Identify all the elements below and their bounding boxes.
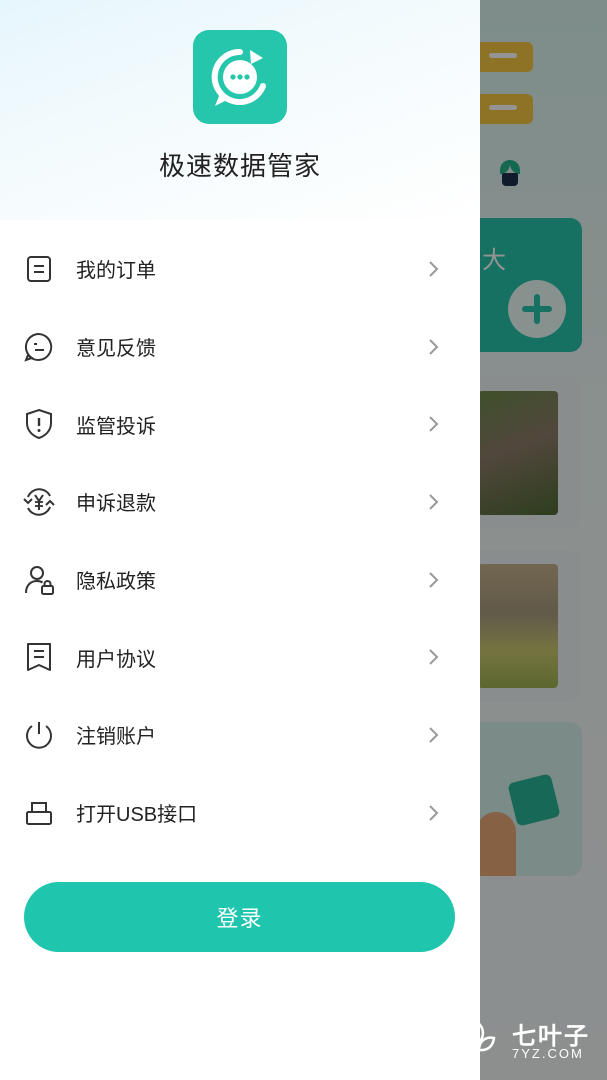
chevron-right-icon: [424, 415, 442, 433]
chevron-right-icon: [424, 804, 442, 822]
menu-item-label: 打开USB接口: [76, 804, 198, 827]
menu-item-delete-account[interactable]: 注销账户: [0, 696, 480, 774]
user-lock-icon: [22, 563, 56, 597]
watermark-domain: 7YZ.COM: [512, 1046, 584, 1061]
agreement-icon: [22, 640, 56, 674]
side-drawer: 极速数据管家 我的订单 意见反馈 监管投诉 申诉退款 隐私政策 用户协议 注销账…: [0, 0, 480, 1080]
menu-item-label: 监管投诉: [76, 415, 156, 438]
menu-item-orders[interactable]: 我的订单: [0, 230, 480, 308]
order-list-icon: [22, 252, 56, 286]
menu-item-label: 申诉退款: [76, 493, 156, 516]
menu-item-refund[interactable]: 申诉退款: [0, 463, 480, 541]
usb-icon: [22, 796, 56, 830]
chevron-right-icon: [424, 493, 442, 511]
menu-item-label: 我的订单: [76, 260, 156, 283]
drawer-menu: 我的订单 意见反馈 监管投诉 申诉退款 隐私政策 用户协议 注销账户 打开USB…: [0, 230, 480, 852]
menu-item-label: 注销账户: [76, 726, 156, 749]
power-icon: [22, 718, 56, 752]
menu-item-agreement[interactable]: 用户协议: [0, 618, 480, 696]
app-title: 极速数据管家: [158, 151, 321, 181]
chevron-right-icon: [424, 726, 442, 744]
menu-item-label: 隐私政策: [76, 571, 156, 594]
menu-item-privacy[interactable]: 隐私政策: [0, 541, 480, 619]
refund-yuan-icon: [22, 485, 56, 519]
login-button[interactable]: 登录: [24, 882, 455, 952]
menu-item-usb[interactable]: 打开USB接口: [0, 774, 480, 852]
menu-item-feedback[interactable]: 意见反馈: [0, 308, 480, 386]
chat-bubble-refresh-icon: [193, 30, 287, 124]
menu-item-label: 意见反馈: [76, 338, 156, 361]
chevron-right-icon: [424, 571, 442, 589]
chevron-right-icon: [424, 338, 442, 356]
chevron-right-icon: [424, 648, 442, 666]
menu-item-label: 用户协议: [76, 648, 156, 671]
leaf-logo-icon: [458, 1020, 496, 1062]
chevron-right-icon: [424, 260, 442, 278]
shield-alert-icon: [22, 407, 56, 441]
watermark: 七叶子 7YZ.COM: [452, 1012, 602, 1070]
feedback-icon: [22, 330, 56, 364]
menu-item-complaint[interactable]: 监管投诉: [0, 385, 480, 463]
